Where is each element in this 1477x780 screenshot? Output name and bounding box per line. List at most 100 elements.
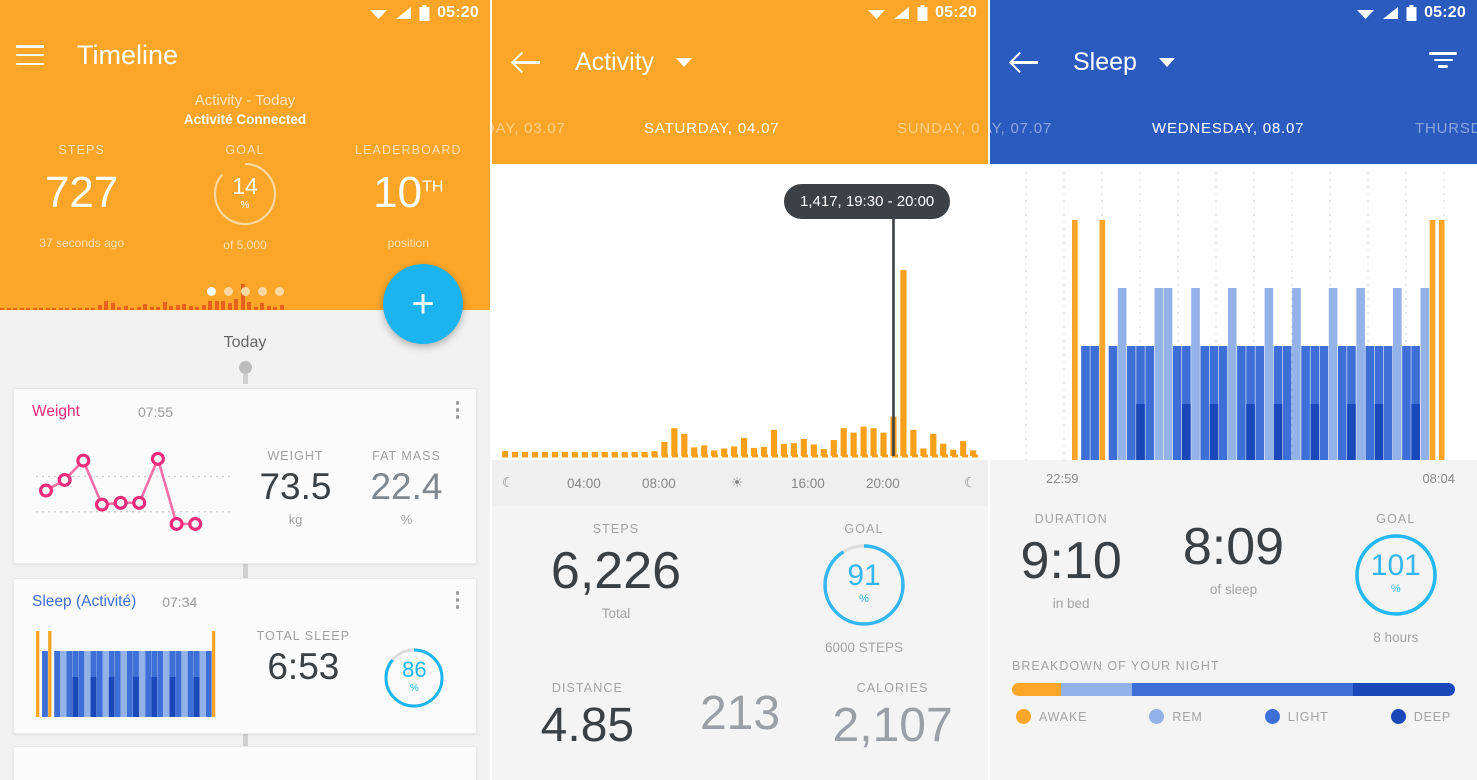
activity-screen: 05:20 Activity DAY, 03.07 SATURDAY, 04.0… bbox=[490, 0, 988, 780]
legend-item-rem: REM bbox=[1149, 709, 1202, 724]
sleep-inbed-stat: DURATION 9:10 in bed bbox=[990, 512, 1152, 645]
legend-dot-icon bbox=[1149, 709, 1165, 724]
three-phone-screenshots: 05:20 Timeline Activity - Today Activité… bbox=[0, 0, 1477, 780]
hero-leaderboard[interactable]: LEADERBOARD 10TH position bbox=[327, 143, 490, 252]
mini-bar bbox=[123, 306, 128, 310]
sleep-inbed-value: 9:10 bbox=[1020, 532, 1122, 590]
timeline-appbar: Timeline bbox=[0, 26, 490, 84]
total-sleep-value: 6:53 bbox=[267, 646, 340, 687]
sleep-start-time: 22:59 bbox=[1046, 471, 1079, 486]
activity-goal-stat: GOAL 91 % 6000 STEPS bbox=[740, 522, 988, 655]
legend-item-deep: DEEP bbox=[1390, 709, 1451, 724]
axis-tick-0400: 04:00 bbox=[567, 475, 601, 491]
weight-metrics: WEIGHT 73.5 kg FAT MASS 22.4 % bbox=[240, 449, 462, 526]
weight-metric: WEIGHT 73.5 kg bbox=[259, 449, 331, 526]
day-current[interactable]: SATURDAY, 04.07 bbox=[644, 120, 779, 137]
weight-metric-unit: kg bbox=[288, 511, 303, 527]
hero-goal-value: 14 bbox=[232, 172, 258, 199]
timeline-screen: 05:20 Timeline Activity - Today Activité… bbox=[0, 0, 490, 780]
day-next[interactable]: THURSD bbox=[1415, 120, 1477, 137]
timeline-connector bbox=[242, 374, 248, 384]
breakdown-segment-awake bbox=[1012, 683, 1061, 696]
mini-bar bbox=[45, 308, 50, 310]
filter-icon[interactable] bbox=[1429, 52, 1457, 72]
total-sleep-metric: TOTAL SLEEP 6:53 bbox=[257, 629, 350, 709]
mini-bar bbox=[6, 308, 11, 310]
breakdown-legend: AWAKE REM LIGHT DEEP bbox=[1012, 709, 1455, 724]
mini-bar bbox=[260, 302, 264, 310]
hero-steps-value: 727 bbox=[44, 168, 119, 217]
page-dot[interactable] bbox=[274, 287, 284, 296]
activity-distance-stat: DISTANCE 4.85 bbox=[492, 681, 683, 757]
chart-tooltip: 1,417, 19:30 - 20:00 bbox=[784, 184, 951, 219]
timeline-connector bbox=[242, 734, 248, 746]
hero-leaderboard-foot: position bbox=[387, 236, 429, 250]
legend-item-light: LIGHT bbox=[1264, 709, 1329, 724]
battery-icon bbox=[419, 5, 430, 21]
sleep-hypnogram-chart[interactable] bbox=[990, 164, 1477, 460]
kebab-menu-icon[interactable] bbox=[455, 591, 459, 609]
hamburger-icon[interactable] bbox=[16, 45, 44, 65]
breakdown-segment-light bbox=[1131, 683, 1354, 696]
day-prev[interactable]: DAY, 03.07 bbox=[492, 120, 566, 137]
legend-label: DEEP bbox=[1413, 709, 1451, 724]
breakdown-bar bbox=[1012, 683, 1455, 696]
hero-steps-foot: 37 seconds ago bbox=[39, 236, 125, 250]
sleep-goal-ring: 86 % bbox=[383, 647, 445, 709]
mini-bar bbox=[39, 308, 43, 310]
sleep-screen: 05:20 Sleep AY, 07.07 WEDNESDAY, 08.07 T… bbox=[988, 0, 1477, 780]
mini-bar bbox=[227, 302, 232, 310]
day-prev[interactable]: AY, 07.07 bbox=[990, 120, 1052, 137]
activity-goal-ring: 91 % bbox=[821, 542, 907, 628]
fatmass-metric-label: FAT MASS bbox=[372, 449, 441, 464]
page-dot[interactable] bbox=[257, 287, 267, 296]
chevron-down-icon[interactable] bbox=[676, 57, 693, 67]
kebab-menu-icon[interactable] bbox=[455, 401, 459, 419]
mini-bar bbox=[136, 307, 141, 310]
mini-bar bbox=[234, 298, 238, 310]
activity-calories-stat: CALORIES 2,107 bbox=[797, 681, 988, 757]
breakdown-label: BREAKDOWN OF YOUR NIGHT bbox=[1012, 659, 1220, 673]
mini-bar bbox=[169, 305, 173, 310]
sleep-duration-label: DURATION bbox=[1034, 512, 1108, 526]
activity-step-chart[interactable]: 1,417, 19:30 - 20:00 bbox=[492, 164, 988, 460]
mini-bar bbox=[188, 305, 193, 310]
next-card-partial[interactable] bbox=[13, 746, 477, 780]
hero-goal-foot: of 5,000 bbox=[223, 238, 267, 252]
activity-calories-value: 2,107 bbox=[832, 699, 953, 752]
chevron-down-icon[interactable] bbox=[1158, 57, 1175, 67]
page-dot[interactable] bbox=[206, 287, 216, 296]
day-current[interactable]: WEDNESDAY, 08.07 bbox=[1152, 120, 1304, 137]
mini-bar bbox=[201, 304, 206, 310]
sleep-day-strip[interactable]: AY, 07.07 WEDNESDAY, 08.07 THURSD bbox=[990, 98, 1477, 158]
mini-bar bbox=[156, 306, 160, 310]
legend-dot-icon bbox=[1016, 709, 1031, 724]
weight-card[interactable]: Weight 07:55 WEIGHT 73.5 kg FAT MASS 22.… bbox=[13, 388, 477, 564]
add-button[interactable]: + bbox=[383, 264, 463, 344]
activity-day-strip[interactable]: DAY, 03.07 SATURDAY, 04.07 SUNDAY, 0 bbox=[492, 98, 988, 158]
back-arrow-icon[interactable] bbox=[1012, 51, 1040, 73]
status-bar: 05:20 bbox=[990, 0, 1477, 26]
hero-stats: STEPS 727 37 seconds ago GOAL 14 % of 5,… bbox=[0, 143, 490, 252]
status-clock: 05:20 bbox=[437, 4, 479, 21]
sleep-title: Sleep bbox=[1073, 47, 1137, 76]
mini-bar bbox=[19, 308, 24, 310]
activity-middle-value: 213 bbox=[699, 687, 781, 740]
page-dot[interactable] bbox=[223, 287, 233, 296]
page-dot[interactable] bbox=[240, 287, 250, 296]
back-arrow-icon[interactable] bbox=[514, 51, 542, 73]
mini-bar bbox=[71, 308, 76, 310]
day-next[interactable]: SUNDAY, 0 bbox=[897, 120, 980, 137]
hero-steps[interactable]: STEPS 727 37 seconds ago bbox=[0, 143, 163, 252]
activity-distance-value: 4.85 bbox=[540, 699, 635, 752]
status-clock: 05:20 bbox=[1424, 4, 1466, 21]
activity-steps-foot: Total bbox=[601, 606, 631, 622]
weight-metric-label: WEIGHT bbox=[267, 449, 324, 464]
status-bar: 05:20 bbox=[0, 0, 490, 26]
hero-goal[interactable]: GOAL 14 % of 5,000 bbox=[163, 143, 326, 252]
sleep-goal-pct: % bbox=[409, 683, 419, 694]
sleep-card[interactable]: Sleep (Activité) 07:34 TOTAL SLEEP 6:53 bbox=[13, 578, 477, 734]
mini-bar bbox=[273, 307, 277, 310]
weight-card-head: Weight 07:55 bbox=[14, 389, 476, 421]
activity-steps-label: STEPS bbox=[592, 522, 640, 536]
